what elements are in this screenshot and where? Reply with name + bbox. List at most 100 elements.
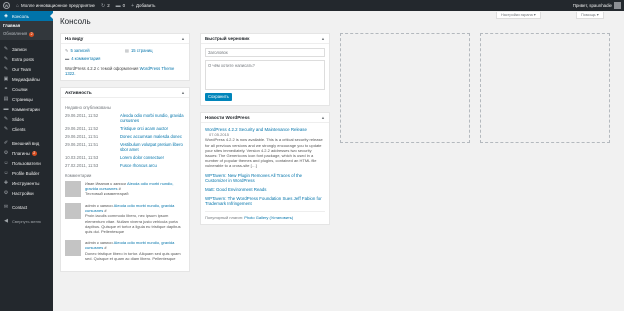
wordpress-news-widget: Новости WordPress ▲ WordPress 4.2.2 Secur… [200, 112, 330, 225]
post-link[interactable]: Vestibulum volutpat pretium libero sbor … [120, 142, 185, 152]
pin-icon: ✎ [3, 116, 9, 122]
page-title: Консоль [60, 17, 91, 26]
sidebar-item-pages[interactable]: ▤ Страницы [0, 94, 53, 104]
post-link[interactable]: Tristique orci acam auctor [120, 126, 168, 131]
avatar [65, 240, 81, 257]
activity-row: 10.03.2011, 11:53 Lorem dolor consectuer [65, 155, 185, 160]
updates-link[interactable]: ↻ 2 [98, 0, 113, 11]
media-icon: ▣ [3, 76, 9, 82]
sidebar-item-contact[interactable]: ✉ Contact [0, 202, 53, 212]
site-name-link[interactable]: ⌂ Молле инновационное предприятие [13, 0, 98, 11]
sidebar-item-dashboard[interactable]: ◈ Консоль [0, 11, 53, 21]
widget-header[interactable]: Новости WordPress ▲ [201, 113, 329, 123]
comment-icon: ▬ [65, 56, 70, 61]
contact-icon: ✉ [3, 204, 9, 210]
sidebar-item-pin[interactable]: ✎ Slides [0, 114, 53, 124]
sidebar-item-pin[interactable]: ✎ Clients [0, 124, 53, 134]
comments-heading: Комментарии [65, 173, 92, 178]
toggle-arrow-icon[interactable]: ▲ [181, 90, 185, 95]
pages-count-link[interactable]: ▤ 15 страниц [125, 48, 185, 53]
news-item: WPTavern: The WordPress Foundation Sues … [205, 196, 325, 206]
save-draft-button[interactable]: Сохранить [205, 93, 232, 101]
home-icon: ⌂ [16, 2, 20, 9]
draft-title-input[interactable]: Заголовок [205, 48, 325, 57]
submenu-updates[interactable]: Обновления 2 [0, 30, 53, 38]
widget-header[interactable]: Активность ▲ [61, 88, 189, 98]
toggle-arrow-icon[interactable]: ▲ [321, 115, 325, 120]
posts-count-link[interactable]: ✎ 5 записей [65, 48, 125, 53]
toggle-arrow-icon[interactable]: ▲ [321, 36, 325, 41]
draft-content-textarea[interactable]: О чём хотите написать? [205, 60, 325, 90]
quick-draft-widget: Быстрый черновик ▲ Заголовок О чём хотите… [200, 33, 330, 106]
post-date: 29.06.2011, 11:51 [65, 134, 99, 139]
sidebar-item-profile-builder[interactable]: ☺ Profile Builder [0, 168, 53, 178]
collapse-icon: ◀ [4, 218, 8, 224]
avatar [65, 181, 81, 197]
sidebar-item-tools[interactable]: ✚ Инструменты [0, 178, 53, 188]
news-item: WPTavern: New Plugin Removes All Traces … [205, 173, 325, 183]
toggle-arrow-icon[interactable]: ▲ [181, 36, 185, 41]
wordpress-logo-icon: W [3, 2, 10, 9]
avatar [614, 2, 621, 9]
tools-icon: ✚ [3, 180, 9, 186]
sidebar-item-plugins[interactable]: ⚙ Плагины 2 [0, 148, 53, 158]
collapse-menu-button[interactable]: ◀ Свернуть меню [0, 216, 53, 226]
updates-icon: ↻ [100, 2, 106, 9]
news-item: Matt: Good Environment Reads [205, 187, 325, 192]
page-icon: ▤ [125, 48, 129, 53]
empty-widget-dropzone[interactable] [480, 33, 610, 143]
sidebar-item-comments[interactable]: ▬ Комментарии [0, 104, 53, 114]
submenu-home[interactable]: Главная [0, 22, 53, 30]
post-link[interactable]: Donec accumsan malesda donec [120, 134, 182, 139]
recently-published-heading: Недавно опубликованы [65, 105, 111, 110]
activity-row: 29.06.2011, 11:51 Vestibulum volutpat pre… [65, 142, 185, 152]
my-account-link[interactable]: Привет, spaunhadie [570, 0, 624, 11]
news-title-link[interactable]: WPTavern: New Plugin Removes All Traces … [205, 173, 302, 183]
new-content-link[interactable]: + Добавить [128, 0, 158, 11]
news-item: WordPress 4.2.2 Security and Maintenance… [205, 127, 325, 169]
admin-sidebar: ◈ Консоль Главная Обновления 2 ✎ Записи ✎ Ext… [0, 11, 53, 311]
activity-comment-list: Иван Иванов к записи Aleoda odio morbi n… [65, 181, 185, 261]
wp-logo-menu[interactable]: W [0, 0, 13, 11]
widget-header[interactable]: На виду ▲ [61, 34, 189, 44]
news-excerpt: WordPress 4.2.2 is now available. This i… [205, 137, 323, 169]
plus-icon: + [131, 2, 135, 9]
comment-item: Иван Иванов к записи Aleoda odio morbi n… [65, 181, 185, 197]
popular-plugin-link[interactable]: Photo Gallery (Установить) [244, 215, 293, 220]
comment-text: Тестовый комментарий [85, 191, 129, 197]
widget-header[interactable]: Быстрый черновик ▲ [201, 34, 329, 44]
popular-plugin: Популярный плагин: Photo Gallery (Устано… [205, 210, 325, 220]
plugins-icon: ⚙ [3, 150, 9, 156]
pin-icon: ✎ [3, 56, 9, 62]
pin-icon: ✎ [3, 46, 9, 52]
post-link[interactable]: Aleoda odio morbi nundio, gravida cursus… [120, 113, 185, 123]
news-title-link[interactable]: WPTavern: The WordPress Foundation Sues … [205, 196, 322, 206]
post-link[interactable]: Lorem dolor consectuer [120, 155, 164, 160]
pin-icon: ✎ [65, 48, 69, 53]
comment-item: admin к записи Aleoda odio morbi nundio,… [65, 203, 185, 234]
comments-count-link[interactable]: ▬ 4 комментария [65, 56, 125, 61]
pages-icon: ▤ [3, 96, 9, 102]
sidebar-item-media[interactable]: ▣ Медиафайлы [0, 74, 53, 84]
pin-icon: ✎ [3, 126, 9, 132]
sidebar-item-pin[interactable]: ✎ Our Team [0, 64, 53, 74]
help-button[interactable]: Помощь ▾ [576, 12, 604, 19]
screen-options-button[interactable]: Настройки экрана ▾ [496, 12, 541, 19]
dashboard-icon: ◈ [4, 13, 8, 19]
activity-row: 29.06.2011, 11:51 Donec accumsan malesda … [65, 134, 185, 139]
sidebar-item-settings[interactable]: ⚙ Настройки [0, 188, 53, 198]
empty-widget-dropzone[interactable] [340, 33, 470, 143]
sidebar-item-pin[interactable]: ✎ Записи [0, 44, 53, 54]
post-date: 29.06.2011, 11:52 [65, 126, 99, 131]
sidebar-item-appearance[interactable]: ✐ Внешний вид [0, 138, 53, 148]
avatar [65, 203, 81, 219]
sidebar-item-links[interactable]: ⚭ Ссылки [0, 84, 53, 94]
sidebar-item-users[interactable]: ☺ Пользователи [0, 158, 53, 168]
sidebar-item-pin[interactable]: ✎ Extra posts [0, 54, 53, 64]
links-icon: ⚭ [3, 86, 9, 92]
pin-icon: ✎ [3, 66, 9, 72]
post-link[interactable]: Fusce rhoncus arcu [120, 163, 157, 168]
news-title-link[interactable]: Matt: Good Environment Reads [205, 187, 267, 192]
comments-link[interactable]: ▬ 0 [113, 0, 128, 11]
sidebar-menu: ✎ Записи ✎ Extra posts ✎ Our Team ▣ Медиафайлы ⚭… [0, 44, 53, 212]
